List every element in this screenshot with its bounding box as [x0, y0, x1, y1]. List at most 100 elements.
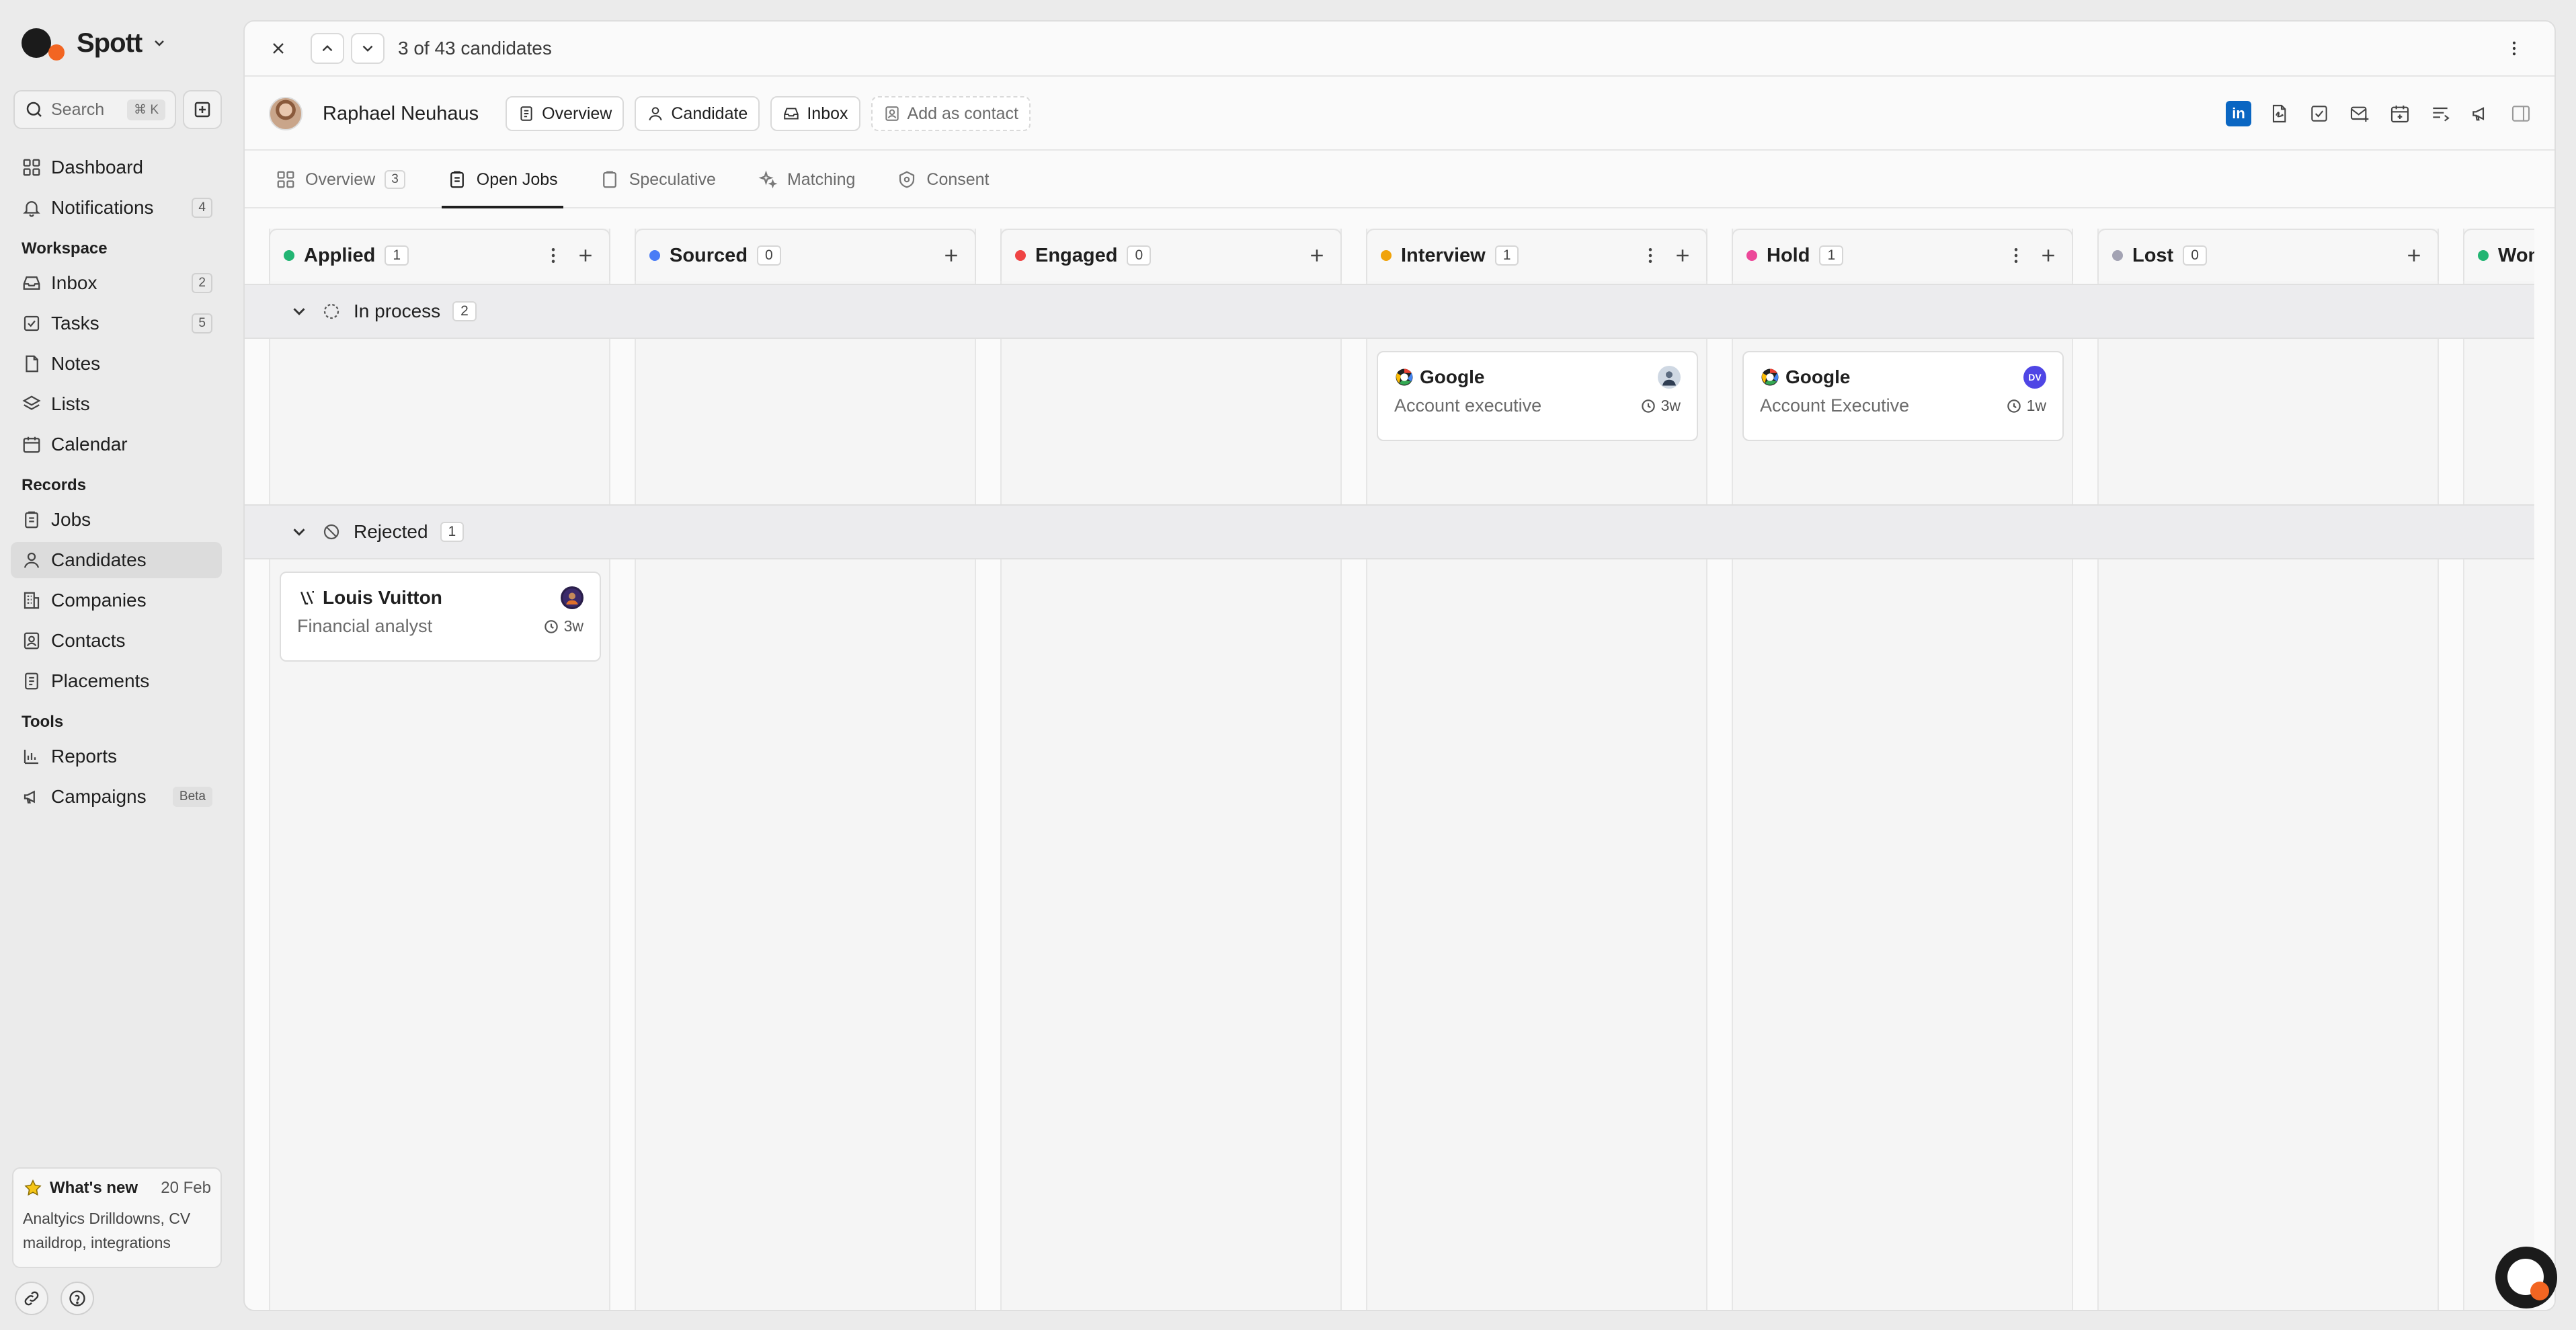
- clock-icon: [2007, 399, 2021, 413]
- clock-icon: [1641, 399, 1655, 413]
- group-rejected[interactable]: Rejected 1: [245, 504, 2554, 559]
- sidebar-item-companies[interactable]: Companies: [11, 582, 222, 619]
- campaign-button[interactable]: [2464, 97, 2497, 130]
- sidebar-item-notifications[interactable]: Notifications 4: [11, 190, 222, 226]
- candidate-tabs: Overview 3 Open Jobs Speculative Matchin…: [245, 152, 2554, 208]
- column-engaged: [1000, 229, 1342, 1310]
- tab-matching[interactable]: Matching: [752, 152, 860, 207]
- search-icon: [26, 102, 42, 117]
- avatar: [1658, 366, 1681, 389]
- candidate-actions: in: [2222, 97, 2537, 130]
- more-vertical-icon[interactable]: [1640, 245, 1660, 266]
- candidate-name: Raphael Neuhaus: [323, 102, 479, 124]
- plus-icon[interactable]: [2404, 245, 2424, 266]
- add-note-button[interactable]: [2424, 97, 2456, 130]
- column-sourced: [635, 229, 976, 1310]
- job-card-google-hold[interactable]: Google DV Account Executive 1w: [1742, 351, 2064, 441]
- column-lost: [2097, 229, 2439, 1310]
- sidebar-item-calendar[interactable]: Calendar: [11, 426, 222, 463]
- new-item-button[interactable]: [183, 90, 222, 129]
- plus-icon[interactable]: [575, 245, 596, 266]
- linkedin-icon: in: [2226, 101, 2251, 126]
- group-in-process[interactable]: In process 2: [245, 284, 2554, 339]
- send-email-button[interactable]: [2343, 97, 2376, 130]
- plus-icon[interactable]: [2038, 245, 2058, 266]
- google-logo-icon: [1396, 368, 1413, 386]
- star-icon: [24, 1179, 42, 1196]
- sidebar-item-lists[interactable]: Lists: [11, 386, 222, 422]
- add-as-contact-button[interactable]: Add as contact: [871, 96, 1031, 131]
- card-role: Account executive: [1394, 395, 1542, 416]
- sidebar-item-notes[interactable]: Notes: [11, 346, 222, 382]
- chevron-down-icon: [155, 40, 165, 46]
- search-input[interactable]: Search ⌘ K: [13, 90, 176, 129]
- layers-icon: [22, 395, 41, 410]
- column-header-applied: Applied 1: [269, 229, 610, 281]
- linkedin-button[interactable]: in: [2222, 97, 2255, 130]
- sidebar-item-dashboard[interactable]: Dashboard: [11, 149, 222, 186]
- brand-switcher[interactable]: Spott: [22, 26, 167, 61]
- google-logo-icon: [1761, 368, 1779, 386]
- more-vertical-icon[interactable]: [543, 245, 563, 266]
- help-icon: [69, 1290, 85, 1306]
- plus-icon[interactable]: [1673, 245, 1693, 266]
- inbox-button-label: Inbox: [807, 104, 848, 123]
- sidebar-item-candidates[interactable]: Candidates: [11, 542, 222, 578]
- chevron-down-icon[interactable]: [289, 301, 309, 321]
- sidebar-item-campaigns[interactable]: Campaigns Beta: [11, 779, 222, 815]
- overview-button[interactable]: Overview: [506, 96, 625, 131]
- sidebar-item-label: Inbox: [51, 272, 97, 293]
- inbox-button[interactable]: Inbox: [770, 96, 860, 131]
- card-age-value: 3w: [1660, 397, 1681, 414]
- plus-icon[interactable]: [1307, 245, 1327, 266]
- toggle-sidebar-button[interactable]: [2505, 97, 2537, 130]
- sidebar-item-jobs[interactable]: Jobs: [11, 502, 222, 538]
- tab-label: Open Jobs: [476, 169, 558, 189]
- link-button[interactable]: [15, 1282, 48, 1315]
- previous-candidate-button[interactable]: [311, 33, 344, 64]
- brand-name: Spott: [77, 28, 143, 58]
- column-count: 0: [1127, 245, 1152, 266]
- tab-overview[interactable]: Overview 3: [270, 152, 411, 207]
- sidebar-item-tasks[interactable]: Tasks 5: [11, 305, 222, 342]
- sidebar-item-contacts[interactable]: Contacts: [11, 623, 222, 659]
- column-applied: [269, 229, 610, 1310]
- bar-chart-icon: [24, 750, 38, 765]
- sidebar-item-label: Placements: [51, 670, 150, 691]
- whats-new-card[interactable]: What's new 20 Feb Analtyics Drilldowns, …: [12, 1167, 222, 1268]
- column-count: 0: [2183, 245, 2207, 266]
- sidebar-item-inbox[interactable]: Inbox 2: [11, 265, 222, 301]
- help-button[interactable]: [61, 1282, 94, 1315]
- job-card-louis-vuitton[interactable]: Louis Vuitton Financial analyst 3w: [280, 572, 601, 662]
- panel-topbar: 3 of 43 candidates: [245, 22, 2554, 77]
- schedule-meeting-button[interactable]: [2384, 97, 2416, 130]
- sidebar-item-placements[interactable]: Placements: [11, 663, 222, 699]
- ban-icon: [323, 524, 339, 540]
- contact-icon: [24, 632, 40, 650]
- beta-badge: Beta: [172, 787, 212, 807]
- candidate-button[interactable]: Candidate: [635, 96, 760, 131]
- cv-button[interactable]: [2263, 97, 2295, 130]
- column-title: Sourced: [670, 244, 748, 266]
- sidebar-item-reports[interactable]: Reports: [11, 738, 222, 775]
- close-button[interactable]: [262, 32, 294, 65]
- add-task-button[interactable]: [2303, 97, 2335, 130]
- tab-speculative[interactable]: Speculative: [594, 152, 721, 207]
- clipboard-icon: [602, 171, 616, 188]
- column-header-sourced: Sourced 0: [635, 229, 976, 281]
- tab-open-jobs[interactable]: Open Jobs: [441, 152, 563, 208]
- user-icon: [24, 552, 40, 568]
- chat-support-button[interactable]: [2495, 1247, 2557, 1308]
- plus-icon[interactable]: [941, 245, 961, 266]
- more-options-button[interactable]: [2498, 32, 2530, 65]
- column-count: 0: [757, 245, 781, 266]
- tab-consent[interactable]: Consent: [891, 152, 994, 207]
- chevron-down-icon[interactable]: [289, 522, 309, 542]
- candidate-counter: 3 of 43 candidates: [398, 38, 552, 58]
- job-card-google-interview[interactable]: Google Account executive 3w: [1377, 351, 1698, 441]
- more-vertical-icon[interactable]: [2006, 245, 2026, 266]
- sidebar: Spott Search ⌘ K Dashboard Notifications…: [0, 0, 232, 1330]
- next-candidate-button[interactable]: [351, 33, 385, 64]
- avatar: [561, 586, 583, 609]
- card-age: 3w: [1640, 397, 1681, 415]
